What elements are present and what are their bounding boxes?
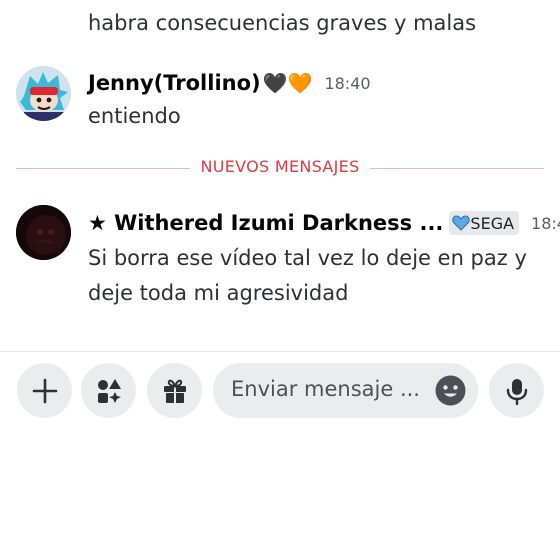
add-attachment-button[interactable] — [17, 363, 72, 418]
message-input-placeholder: Enviar mensaje ... — [231, 377, 420, 401]
avatar[interactable] — [16, 205, 71, 260]
gift-button[interactable] — [147, 363, 202, 418]
voice-message-button[interactable] — [489, 363, 544, 418]
chat-view: habra consecuencias graves y malas Jenny… — [0, 0, 560, 560]
heart-emoji-icons: 🖤🧡 — [262, 71, 313, 95]
badge-label: SEGA — [470, 213, 515, 233]
apps-icon — [97, 378, 121, 403]
timestamp: 18:41 — [531, 213, 560, 233]
avatar[interactable] — [16, 66, 71, 121]
composer-separator — [0, 351, 560, 352]
message-text: entiendo — [88, 104, 181, 128]
message-header: Jenny(Trollino) 🖤🧡 18:40 — [88, 68, 371, 98]
username[interactable]: Jenny(Trollino) — [88, 71, 261, 95]
username[interactable]: ★ Withered Izumi Darkness ... — [88, 211, 443, 235]
message-text: habra consecuencias graves y malas — [88, 11, 477, 35]
gift-icon — [163, 379, 186, 403]
apps-button[interactable] — [81, 363, 136, 418]
timestamp: 18:40 — [324, 73, 371, 93]
plus-icon — [32, 378, 57, 403]
avatar-image — [16, 66, 71, 121]
message-header: ★ Withered Izumi Darkness ... SEGA 18:41 — [88, 208, 560, 238]
microphone-icon — [506, 378, 527, 405]
heart-icon — [452, 215, 471, 231]
message-text: deje toda mi agresividad — [88, 281, 349, 305]
avatar-image — [16, 205, 71, 260]
message-text: Si borra ese vídeo tal vez lo deje en pa… — [88, 246, 527, 270]
emoji-icon[interactable] — [435, 375, 466, 406]
server-tag-badge[interactable]: SEGA — [449, 211, 520, 235]
new-messages-label: NUEVOS MENSAJES — [190, 157, 370, 176]
message-input[interactable]: Enviar mensaje ... — [213, 363, 478, 418]
